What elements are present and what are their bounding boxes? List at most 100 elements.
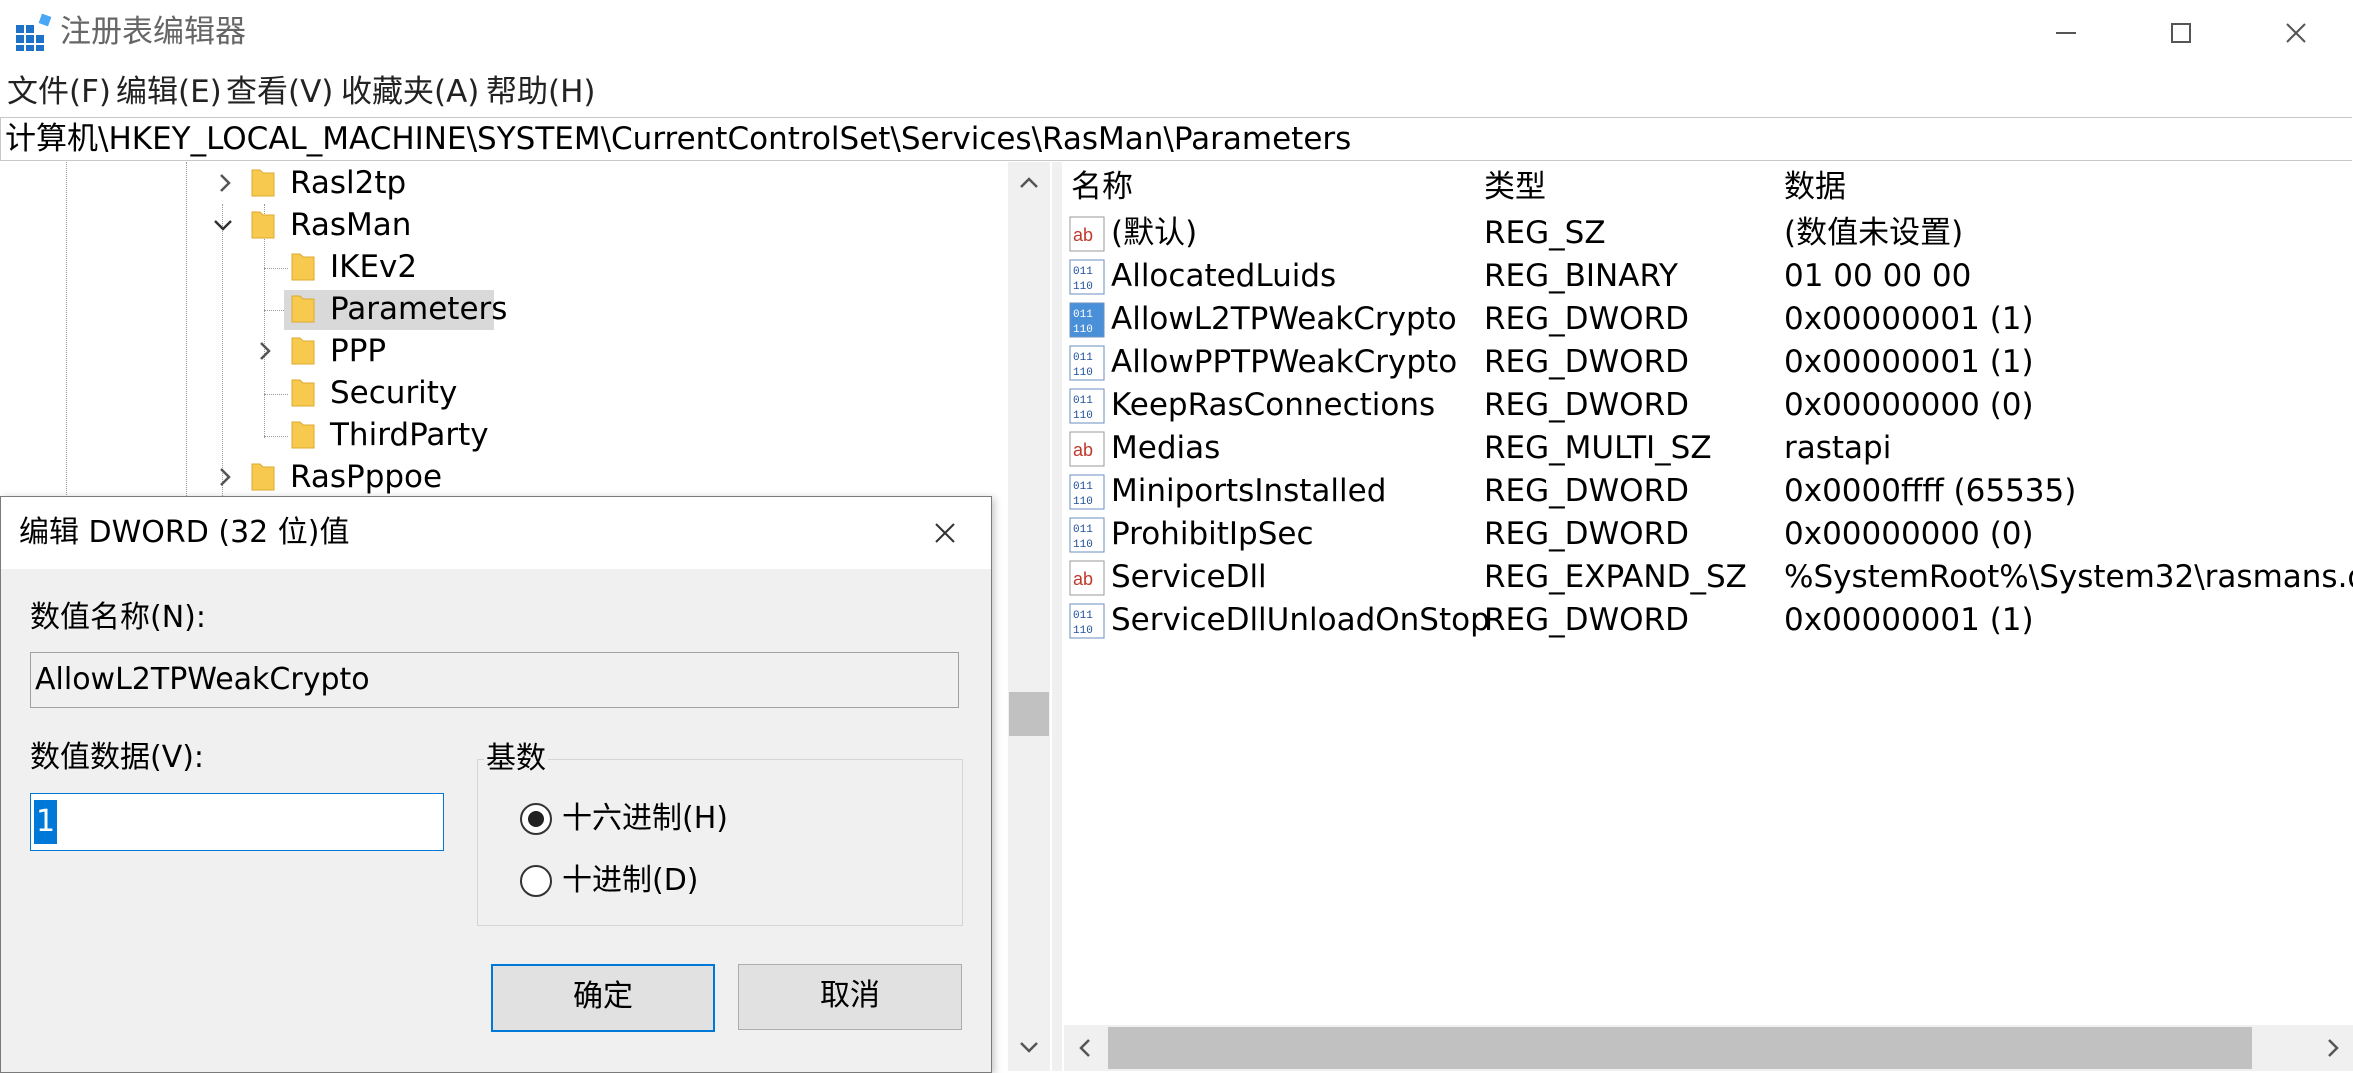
value-row[interactable]: 011 110 AllowPPTPWeakCrypto REG_DWORD 0x0000… <box>1064 341 2353 384</box>
column-header-data[interactable]: 数据 <box>1784 166 1846 208</box>
svg-text:ab: ab <box>1073 440 1093 460</box>
value-row[interactable]: ab ServiceDll REG_EXPAND_SZ %SystemRoot%\Sy… <box>1064 556 2353 599</box>
dialog-title: 编辑 DWORD (32 位)值 <box>19 515 350 550</box>
minimize-button[interactable] <box>2008 0 2123 66</box>
chevron-right-icon[interactable] <box>254 340 276 362</box>
folder-icon <box>251 211 275 239</box>
column-header-type[interactable]: 类型 <box>1484 166 1546 208</box>
chevron-down-icon[interactable] <box>212 214 234 236</box>
cancel-button[interactable]: 取消 <box>738 964 962 1030</box>
svg-text:110: 110 <box>1073 410 1093 422</box>
pane-splitter[interactable] <box>1052 162 1062 1071</box>
binary-value-icon: 011 110 <box>1069 345 1105 381</box>
value-data-label: 数值数据(V): <box>30 740 205 775</box>
dec-radio[interactable] <box>520 865 552 897</box>
svg-text:ab: ab <box>1073 569 1093 589</box>
value-name: (默认) <box>1111 215 1198 251</box>
scroll-thumb[interactable] <box>1108 1027 2252 1069</box>
tree-node-security[interactable]: Security <box>330 372 457 414</box>
title-bar[interactable]: 注册表编辑器 <box>0 0 2353 66</box>
chevron-right-icon[interactable] <box>214 172 236 194</box>
maximize-icon <box>2170 23 2191 43</box>
address-bar[interactable]: 计算机\HKEY_LOCAL_MACHINE\SYSTEM\CurrentCon… <box>0 117 2352 161</box>
address-path[interactable]: 计算机\HKEY_LOCAL_MACHINE\SYSTEM\CurrentCon… <box>5 118 1351 160</box>
base-label: 基数 <box>484 739 548 779</box>
scroll-left-icon[interactable] <box>1074 1037 1096 1059</box>
close-icon <box>2285 23 2306 43</box>
value-type: REG_DWORD <box>1484 387 1689 423</box>
value-data: 0x00000000 (0) <box>1784 387 2034 423</box>
svg-text:011: 011 <box>1073 610 1093 622</box>
folder-icon <box>291 379 315 407</box>
minimize-icon <box>2055 32 2076 34</box>
menu-favorites[interactable]: 收藏夹(A) <box>341 70 479 114</box>
svg-text:110: 110 <box>1073 539 1093 551</box>
menu-help[interactable]: 帮助(H) <box>486 70 596 114</box>
dialog-title-bar[interactable]: 编辑 DWORD (32 位)值 <box>1 497 991 569</box>
window-title: 注册表编辑器 <box>60 14 246 50</box>
tree-guide-line <box>264 436 288 437</box>
value-type: REG_BINARY <box>1484 258 1678 294</box>
value-data: 0x0000ffff (65535) <box>1784 473 2077 509</box>
tree-node-raspppoe[interactable]: RasPppoe <box>290 456 442 498</box>
value-data: 0x00000001 (1) <box>1784 602 2034 638</box>
tree-guide-line <box>222 204 223 498</box>
svg-text:011: 011 <box>1073 524 1093 536</box>
value-data-text[interactable]: 1 <box>34 800 58 844</box>
ok-button[interactable]: 确定 <box>491 964 715 1032</box>
tree-node-ikev2[interactable]: IKEv2 <box>330 246 417 288</box>
value-row[interactable]: ab Medias REG_MULTI_SZ rastapi <box>1064 427 2353 470</box>
registry-editor-icon <box>16 13 52 51</box>
dialog-close-icon[interactable] <box>933 521 957 545</box>
value-data: 01 00 00 00 <box>1784 258 1972 294</box>
value-name: AllowL2TPWeakCrypto <box>1111 301 1457 337</box>
folder-icon <box>291 253 315 281</box>
value-type: REG_SZ <box>1484 215 1606 251</box>
tree-node-rasman[interactable]: RasMan <box>290 204 411 246</box>
svg-text:ab: ab <box>1073 225 1093 245</box>
folder-icon <box>251 463 275 491</box>
hex-radio-label[interactable]: 十六进制(H) <box>562 799 728 839</box>
tree-node-ppp[interactable]: PPP <box>330 330 386 372</box>
column-header-name[interactable]: 名称 <box>1071 166 1133 208</box>
value-type: REG_DWORD <box>1484 473 1689 509</box>
value-name: MiniportsInstalled <box>1111 473 1387 509</box>
open-folder-icon <box>291 295 315 323</box>
string-value-icon: ab <box>1069 560 1105 596</box>
value-row[interactable]: 011 110 KeepRasConnections REG_DWORD 0x00000… <box>1064 384 2353 427</box>
chevron-right-icon[interactable] <box>214 466 236 488</box>
maximize-button[interactable] <box>2123 0 2238 66</box>
scroll-right-icon[interactable] <box>2322 1037 2344 1059</box>
scroll-down-icon[interactable] <box>1018 1036 1040 1058</box>
value-type: REG_DWORD <box>1484 516 1689 552</box>
tree-vertical-scrollbar[interactable] <box>1008 162 1050 1071</box>
scroll-thumb[interactable] <box>1009 692 1049 736</box>
value-row[interactable]: 011 110 ProhibitIpSec REG_DWORD 0x00000000 (… <box>1064 513 2353 556</box>
tree-node-parameters[interactable]: Parameters <box>330 288 507 330</box>
dec-radio-label[interactable]: 十进制(D) <box>562 861 699 901</box>
tree-node-thirdparty[interactable]: ThirdParty <box>330 414 489 456</box>
svg-text:011: 011 <box>1073 481 1093 493</box>
hex-radio[interactable] <box>520 803 552 835</box>
menu-view[interactable]: 查看(V) <box>226 70 333 114</box>
menu-edit[interactable]: 编辑(E) <box>116 70 222 114</box>
binary-value-icon: 011 110 <box>1069 517 1105 553</box>
value-row[interactable]: 011 110 ServiceDllUnloadOnStop REG_DWORD 0x0… <box>1064 599 2353 642</box>
menu-file[interactable]: 文件(F) <box>7 70 111 114</box>
value-row[interactable]: 011 110 AllowL2TPWeakCrypto REG_DWORD 0x0000… <box>1064 298 2353 341</box>
tree-node-rasl2tp[interactable]: Rasl2tp <box>290 162 406 204</box>
list-horizontal-scrollbar[interactable] <box>1064 1025 2353 1071</box>
close-window-button[interactable] <box>2238 0 2353 66</box>
value-data-input[interactable]: 1 <box>30 793 444 851</box>
svg-text:110: 110 <box>1073 625 1093 637</box>
value-row[interactable]: 011 110 AllocatedLuids REG_BINARY 01 00 00 0… <box>1064 255 2353 298</box>
value-name: AllocatedLuids <box>1111 258 1337 294</box>
binary-value-icon: 011 110 <box>1069 259 1105 295</box>
value-data: rastapi <box>1784 430 1892 466</box>
value-row[interactable]: 011 110 MiniportsInstalled REG_DWORD 0x0000f… <box>1064 470 2353 513</box>
value-data: (数值未设置) <box>1784 215 1964 251</box>
menu-bar: 文件(F) 编辑(E) 查看(V) 收藏夹(A) 帮助(H) <box>0 70 2353 114</box>
svg-text:011: 011 <box>1073 352 1093 364</box>
value-row[interactable]: ab (默认) REG_SZ (数值未设置) <box>1064 212 2353 255</box>
scroll-up-icon[interactable] <box>1018 172 1040 194</box>
